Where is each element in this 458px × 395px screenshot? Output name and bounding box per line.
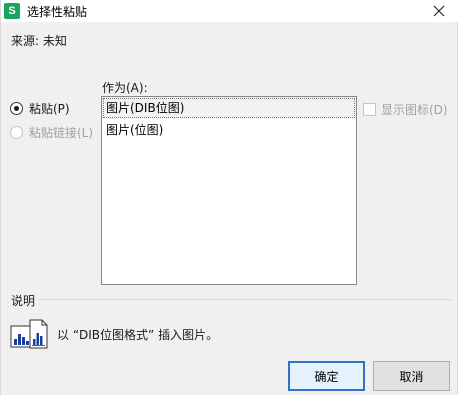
paste-link-radio-button[interactable] (10, 126, 23, 139)
paste-link-radio-label: 粘贴链接(L) (29, 126, 94, 140)
display-as-icon-box[interactable] (363, 103, 376, 116)
display-as-icon-label: 显示图标(D) (381, 103, 448, 117)
dialog-title: 选择性粘贴 (27, 5, 88, 19)
description-label: 说明 (11, 294, 36, 308)
as-format-listbox[interactable]: 图片(DIB位图) 图片(位图) (101, 96, 357, 285)
description-text: 以 “DIB位图格式” 插入图片。 (57, 328, 219, 342)
list-item-bitmap-image[interactable]: 图片(位图) (102, 119, 356, 141)
list-item-dib-image[interactable]: 图片(DIB位图) (102, 97, 356, 119)
paste-radio-button[interactable] (10, 102, 23, 115)
paste-radio-label: 粘贴(P) (29, 102, 70, 116)
title-bar: S 选择性粘贴 (1, 0, 458, 22)
paste-special-dialog: S 选择性粘贴 来源: 未知 粘贴(P) 粘贴链接(L) 作为(A): 图片(D… (0, 0, 458, 395)
paste-result-icon (10, 319, 48, 349)
close-button[interactable] (419, 0, 458, 22)
description-divider (39, 299, 451, 300)
as-label: 作为(A): (102, 81, 148, 95)
source-label: 来源: 未知 (11, 34, 67, 48)
ok-button[interactable]: 确定 (288, 361, 365, 391)
display-as-icon-checkbox[interactable]: 显示图标(D) (363, 101, 448, 118)
app-logo-icon: S (4, 3, 20, 19)
paste-radio[interactable]: 粘贴(P) (10, 100, 70, 117)
close-icon (433, 5, 445, 17)
paste-link-radio[interactable]: 粘贴链接(L) (10, 124, 93, 141)
cancel-button[interactable]: 取消 (373, 361, 450, 391)
